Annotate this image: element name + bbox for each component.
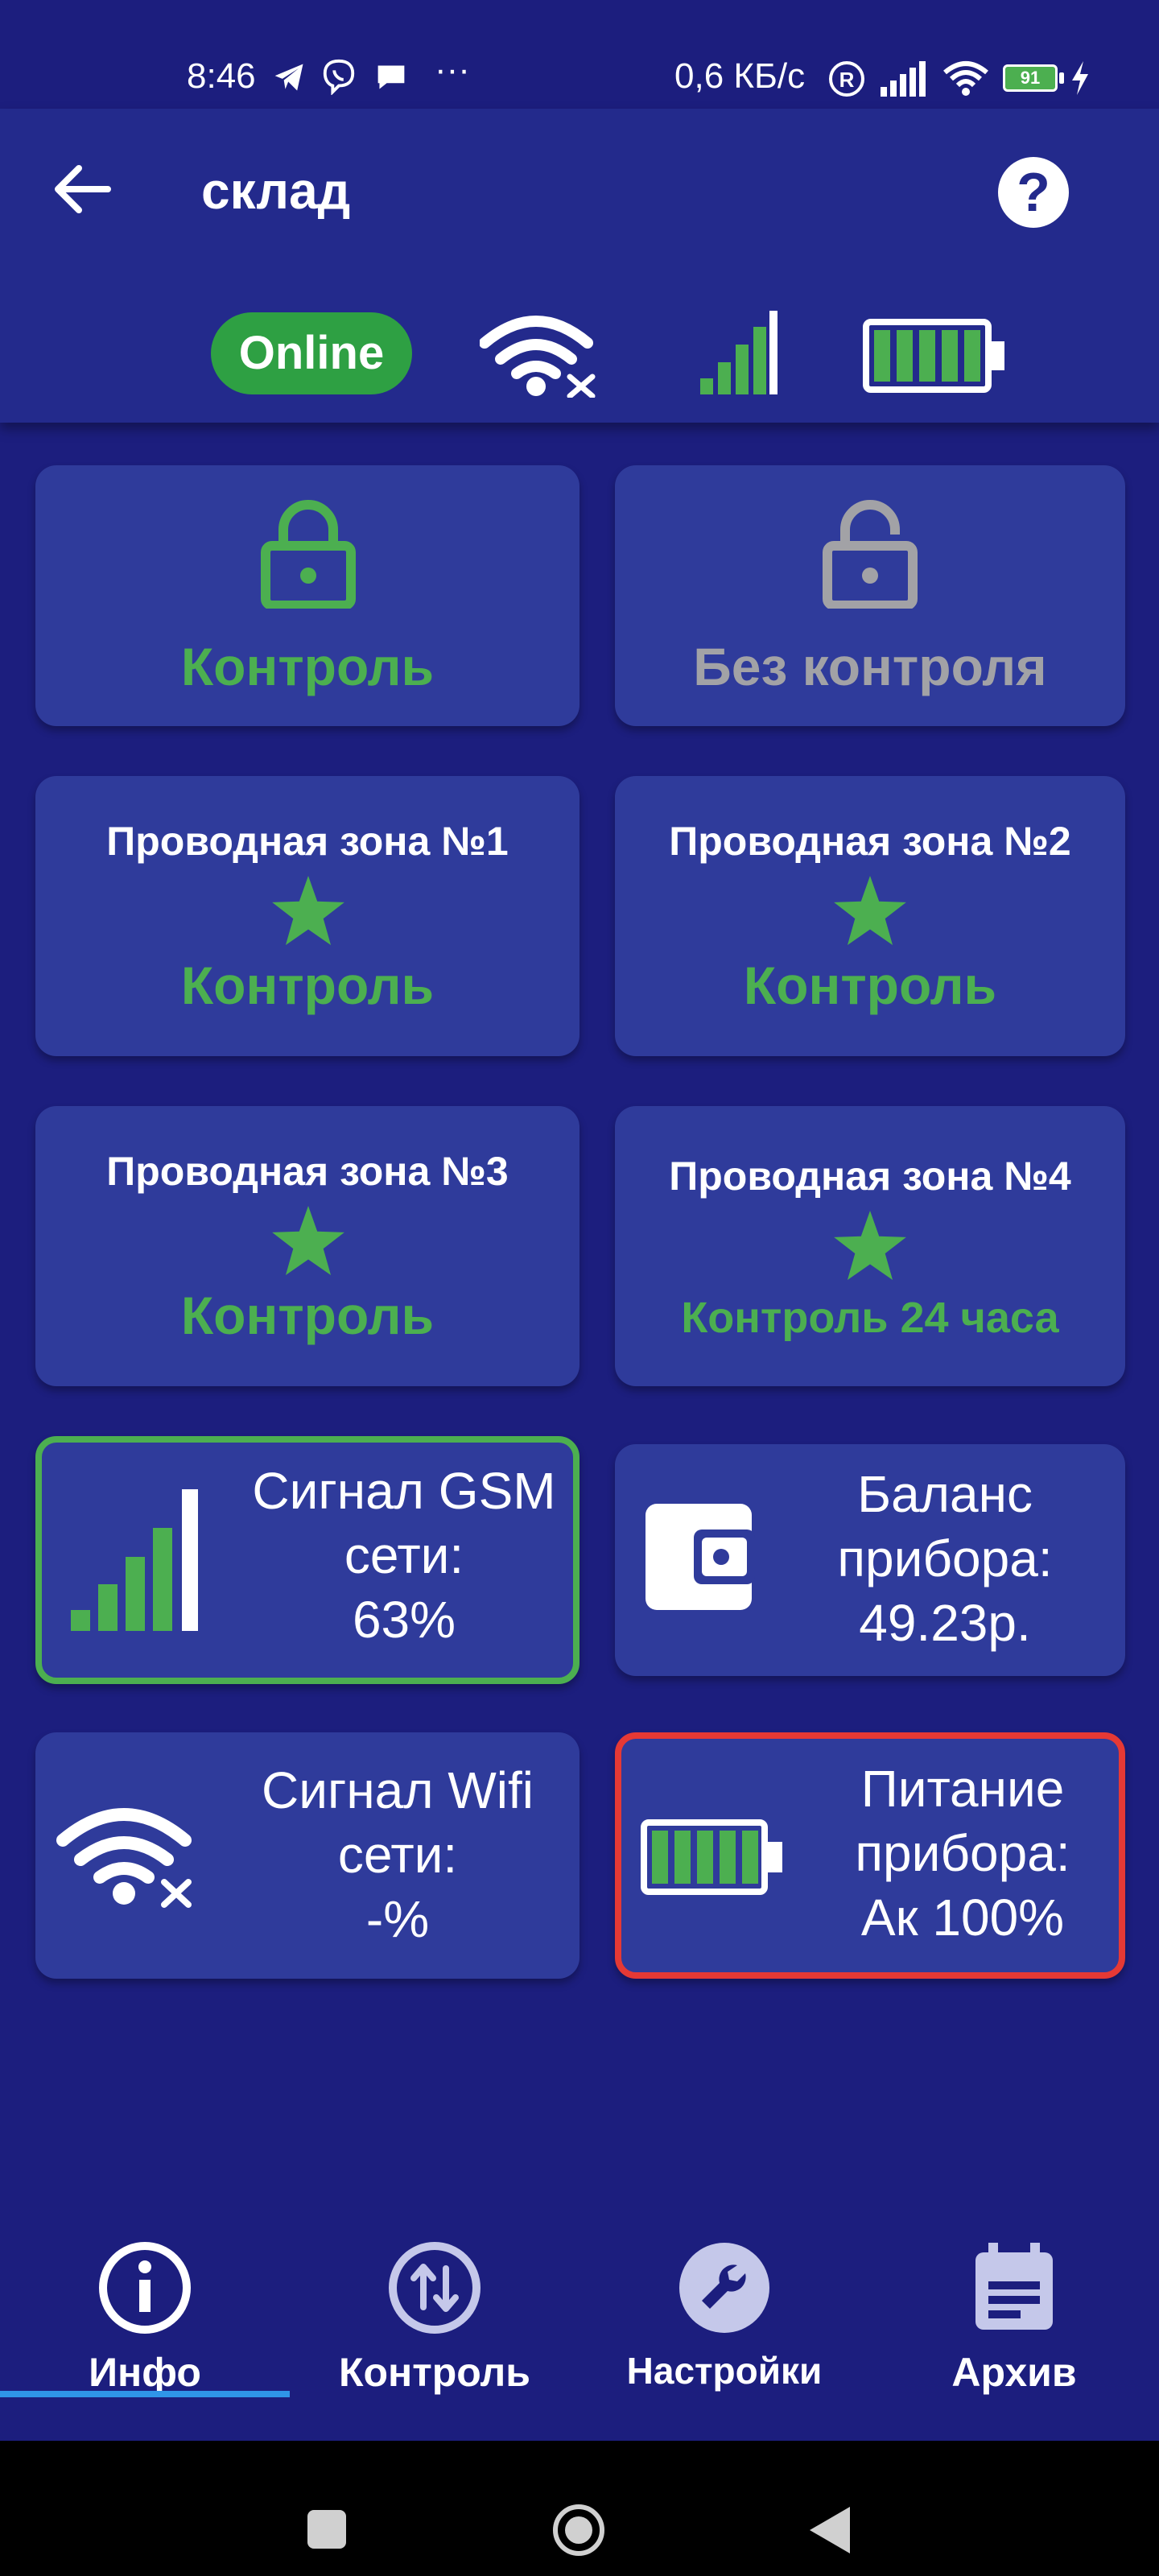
no-control-mode-card[interactable]: Без контроля bbox=[615, 465, 1125, 726]
battery-icon: 91 bbox=[1003, 64, 1058, 92]
zone-status: Контроль bbox=[180, 956, 435, 1015]
chat-icon bbox=[377, 65, 405, 89]
network-speed: 0,6 КБ/с bbox=[674, 56, 806, 96]
back-arrow-icon[interactable] bbox=[50, 157, 114, 221]
zone-title: Проводная зона №2 bbox=[669, 819, 1071, 864]
power-info-text: Питание прибора: Ак 100% bbox=[810, 1757, 1116, 1950]
battery-full-icon bbox=[641, 1819, 782, 1895]
svg-text:R: R bbox=[839, 68, 855, 92]
lock-closed-icon bbox=[261, 500, 356, 609]
nav-tab-label: Архив bbox=[951, 2350, 1077, 2395]
zone-status: Контроль bbox=[180, 1286, 435, 1345]
info-icon bbox=[99, 2242, 191, 2334]
wifi-disconnected-icon bbox=[56, 1808, 192, 1908]
wifi-info-text: Сигнал Wifi сети: -% bbox=[221, 1758, 575, 1951]
recents-button[interactable] bbox=[307, 2510, 346, 2549]
help-button[interactable]: ? bbox=[998, 157, 1069, 228]
swap-vertical-icon bbox=[389, 2242, 481, 2334]
system-navigation-bar bbox=[0, 2441, 1159, 2576]
balance-info-text: Баланс прибора: 49.23р. bbox=[776, 1462, 1114, 1655]
balance-label-2: прибора: bbox=[837, 1530, 1053, 1587]
online-status-badge: Online bbox=[211, 312, 412, 394]
bottom-navigation: Инфо Контроль Настройки Архив bbox=[0, 2190, 1159, 2439]
gsm-signal-icon bbox=[700, 311, 777, 394]
star-icon bbox=[272, 876, 344, 945]
power-label: Питание bbox=[860, 1760, 1065, 1818]
zone-title: Проводная зона №4 bbox=[669, 1154, 1071, 1199]
wifi-label-2: сети: bbox=[337, 1826, 458, 1884]
status-bar: 8:46 ··· 0,6 КБ/с R 91 bbox=[0, 0, 1159, 109]
cell-signal-icon bbox=[881, 61, 926, 97]
page-title: склад bbox=[201, 162, 351, 220]
control-mode-card[interactable]: Контроль bbox=[35, 465, 580, 726]
zone-card-3[interactable]: Проводная зона №3 Контроль bbox=[35, 1106, 580, 1386]
gsm-info-text: Сигнал GSM сети: 63% bbox=[227, 1459, 581, 1652]
nav-tab-settings[interactable]: Настройки bbox=[580, 2190, 869, 2439]
gsm-value: 63% bbox=[352, 1591, 456, 1649]
wifi-signal-card[interactable]: Сигнал Wifi сети: -% bbox=[35, 1732, 580, 1979]
nav-tab-info[interactable]: Инфо bbox=[0, 2190, 290, 2439]
battery-level: 91 bbox=[1020, 68, 1041, 88]
zone-status: Контроль bbox=[743, 956, 997, 1015]
battery-full-icon bbox=[863, 319, 1004, 393]
wifi-disconnected-icon bbox=[480, 316, 596, 398]
wifi-value: -% bbox=[365, 1890, 430, 1948]
telegram-icon bbox=[274, 64, 303, 91]
star-icon bbox=[834, 1211, 906, 1280]
nav-tab-control[interactable]: Контроль bbox=[290, 2190, 580, 2439]
balance-card[interactable]: Баланс прибора: 49.23р. bbox=[615, 1444, 1125, 1676]
no-control-mode-label: Без контроля bbox=[693, 637, 1047, 696]
zone-status: Контроль 24 часа bbox=[681, 1294, 1059, 1342]
nav-tab-label: Контроль bbox=[338, 2350, 531, 2395]
wrench-icon bbox=[679, 2243, 769, 2333]
nav-tab-archive[interactable]: Архив bbox=[869, 2190, 1159, 2439]
power-label-2: прибора: bbox=[855, 1824, 1070, 1882]
nav-tab-label: Настройки bbox=[626, 2350, 823, 2392]
gsm-signal-icon bbox=[71, 1489, 198, 1631]
back-button[interactable] bbox=[808, 2505, 852, 2555]
lock-open-icon bbox=[823, 500, 918, 609]
zone-card-2[interactable]: Проводная зона №2 Контроль bbox=[615, 776, 1125, 1056]
home-button[interactable] bbox=[552, 2504, 605, 2557]
roaming-icon: R bbox=[829, 61, 864, 97]
charging-icon bbox=[1072, 61, 1088, 95]
nav-tab-label: Инфо bbox=[89, 2350, 201, 2395]
balance-label: Баланс bbox=[857, 1465, 1033, 1523]
wallet-icon bbox=[645, 1504, 755, 1610]
status-time: 8:46 bbox=[187, 56, 256, 96]
zone-card-4[interactable]: Проводная зона №4 Контроль 24 часа bbox=[615, 1106, 1125, 1386]
calendar-icon bbox=[975, 2243, 1053, 2330]
gsm-label-2: сети: bbox=[344, 1526, 464, 1584]
zone-card-1[interactable]: Проводная зона №1 Контроль bbox=[35, 776, 580, 1056]
more-notifications-icon: ··· bbox=[435, 50, 470, 89]
gsm-label: Сигнал GSM bbox=[252, 1462, 556, 1520]
power-card[interactable]: Питание прибора: Ак 100% bbox=[615, 1732, 1125, 1979]
battery-tip bbox=[1059, 72, 1064, 84]
viber-icon bbox=[323, 59, 355, 95]
star-icon bbox=[272, 1206, 344, 1275]
nav-active-indicator bbox=[0, 2391, 290, 2397]
wifi-label: Сигнал Wifi bbox=[262, 1761, 534, 1819]
control-mode-label: Контроль bbox=[180, 637, 435, 696]
zone-title: Проводная зона №3 bbox=[106, 1149, 509, 1194]
balance-value: 49.23р. bbox=[859, 1594, 1031, 1652]
power-value: Ак 100% bbox=[860, 1889, 1065, 1946]
gsm-signal-card[interactable]: Сигнал GSM сети: 63% bbox=[35, 1436, 580, 1684]
zone-title: Проводная зона №1 bbox=[106, 819, 509, 864]
star-icon bbox=[834, 876, 906, 945]
wifi-status-icon bbox=[943, 61, 988, 96]
